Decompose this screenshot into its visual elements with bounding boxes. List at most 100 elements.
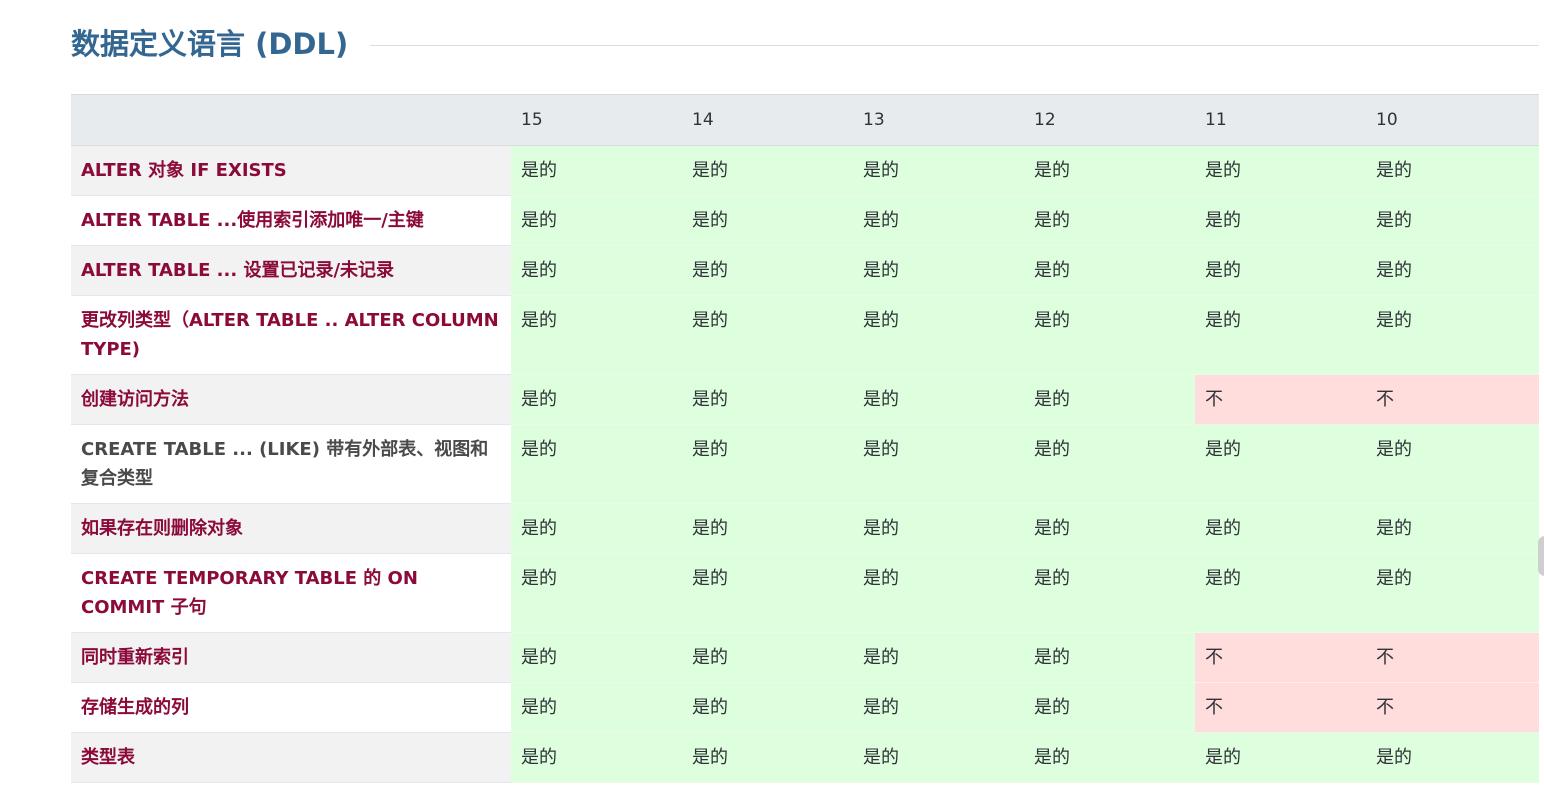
support-cell: 是的 <box>853 374 1024 425</box>
support-cell: 是的 <box>853 195 1024 246</box>
support-cell: 是的 <box>1195 503 1366 554</box>
support-cell: 是的 <box>511 245 682 296</box>
feature-link[interactable]: 同时重新索引 <box>71 632 511 683</box>
unsupported-cell: 不 <box>1366 374 1539 425</box>
support-cell: 是的 <box>682 245 853 296</box>
support-cell: 是的 <box>1024 682 1195 733</box>
support-cell: 是的 <box>853 295 1024 375</box>
support-cell: 是的 <box>853 553 1024 633</box>
support-cell: 是的 <box>682 145 853 196</box>
feature-link[interactable]: ALTER TABLE ...使用索引添加唯一/主键 <box>71 195 511 246</box>
support-cell: 是的 <box>1366 553 1539 633</box>
scrollbar-thumb[interactable] <box>1538 536 1544 576</box>
table-row: 类型表 是的 是的 是的 是的 是的 是的 <box>71 732 1539 783</box>
support-cell: 是的 <box>1366 145 1539 196</box>
unsupported-cell: 不 <box>1195 374 1366 425</box>
table-row: 如果存在则删除对象 是的 是的 是的 是的 是的 是的 <box>71 503 1539 554</box>
version-header-11: 11 <box>1195 94 1366 146</box>
section-title: 数据定义语言 (DDL) <box>71 27 349 61</box>
feature-name: CREATE TABLE ... (LIKE) 带有外部表、视图和复合类型 <box>71 424 511 504</box>
feature-link[interactable]: 如果存在则删除对象 <box>71 503 511 554</box>
support-cell: 是的 <box>1024 503 1195 554</box>
table-row: ALTER 对象 IF EXISTS 是的 是的 是的 是的 是的 是的 <box>71 145 1539 196</box>
version-header-10: 10 <box>1366 94 1539 146</box>
feature-matrix-page: 数据定义语言 (DDL) 15 14 13 12 11 10 ALTER 对象 … <box>0 0 1544 806</box>
support-cell: 是的 <box>1366 732 1539 783</box>
feature-link[interactable]: 创建访问方法 <box>71 374 511 425</box>
support-cell: 是的 <box>511 632 682 683</box>
table-row: ALTER TABLE ... 设置已记录/未记录 是的 是的 是的 是的 是的… <box>71 245 1539 296</box>
support-cell: 是的 <box>1195 145 1366 196</box>
support-cell: 是的 <box>682 553 853 633</box>
version-header-13: 13 <box>853 94 1024 146</box>
feature-link[interactable]: 类型表 <box>71 732 511 783</box>
support-cell: 是的 <box>1024 632 1195 683</box>
support-cell: 是的 <box>682 632 853 683</box>
version-header-15: 15 <box>511 94 682 146</box>
feature-column-header <box>71 94 511 146</box>
section-heading-row: 数据定义语言 (DDL) <box>71 24 1539 64</box>
support-cell: 是的 <box>853 424 1024 504</box>
support-cell: 是的 <box>1024 374 1195 425</box>
table-row: CREATE TEMPORARY TABLE 的 ON COMMIT 子句 是的… <box>71 553 1539 633</box>
support-cell: 是的 <box>853 682 1024 733</box>
support-cell: 是的 <box>682 682 853 733</box>
support-cell: 是的 <box>1195 295 1366 375</box>
support-cell: 是的 <box>511 503 682 554</box>
support-cell: 是的 <box>682 195 853 246</box>
support-cell: 是的 <box>511 732 682 783</box>
heading-divider <box>370 44 1539 46</box>
support-cell: 是的 <box>1195 195 1366 246</box>
table-row: 更改列类型（ALTER TABLE .. ALTER COLUMN TYPE) … <box>71 295 1539 375</box>
support-cell: 是的 <box>1195 732 1366 783</box>
unsupported-cell: 不 <box>1366 632 1539 683</box>
support-cell: 是的 <box>511 553 682 633</box>
support-cell: 是的 <box>1366 503 1539 554</box>
feature-link[interactable]: ALTER 对象 IF EXISTS <box>71 145 511 196</box>
feature-link[interactable]: 存储生成的列 <box>71 682 511 733</box>
support-cell: 是的 <box>682 503 853 554</box>
support-cell: 是的 <box>1195 424 1366 504</box>
support-cell: 是的 <box>1024 245 1195 296</box>
support-cell: 是的 <box>853 245 1024 296</box>
support-cell: 是的 <box>1366 245 1539 296</box>
feature-link[interactable]: ALTER TABLE ... 设置已记录/未记录 <box>71 245 511 296</box>
table-row: ALTER TABLE ...使用索引添加唯一/主键 是的 是的 是的 是的 是… <box>71 195 1539 246</box>
support-cell: 是的 <box>511 145 682 196</box>
support-cell: 是的 <box>1366 295 1539 375</box>
support-cell: 是的 <box>1024 732 1195 783</box>
support-cell: 是的 <box>1024 295 1195 375</box>
unsupported-cell: 不 <box>1195 632 1366 683</box>
table-row: 创建访问方法 是的 是的 是的 是的 不 不 <box>71 374 1539 425</box>
table-row: 存储生成的列 是的 是的 是的 是的 不 不 <box>71 682 1539 733</box>
support-cell: 是的 <box>1366 195 1539 246</box>
support-cell: 是的 <box>511 682 682 733</box>
support-cell: 是的 <box>1195 245 1366 296</box>
support-cell: 是的 <box>682 374 853 425</box>
support-cell: 是的 <box>682 424 853 504</box>
feature-link[interactable]: CREATE TEMPORARY TABLE 的 ON COMMIT 子句 <box>71 553 511 633</box>
table-row: 同时重新索引 是的 是的 是的 是的 不 不 <box>71 632 1539 683</box>
support-cell: 是的 <box>511 424 682 504</box>
version-header-12: 12 <box>1024 94 1195 146</box>
support-cell: 是的 <box>1024 553 1195 633</box>
feature-link[interactable]: 更改列类型（ALTER TABLE .. ALTER COLUMN TYPE) <box>71 295 511 375</box>
unsupported-cell: 不 <box>1195 682 1366 733</box>
support-cell: 是的 <box>853 632 1024 683</box>
feature-matrix-table: 15 14 13 12 11 10 ALTER 对象 IF EXISTS 是的 … <box>71 94 1539 783</box>
support-cell: 是的 <box>1195 553 1366 633</box>
support-cell: 是的 <box>853 145 1024 196</box>
table-row: CREATE TABLE ... (LIKE) 带有外部表、视图和复合类型 是的… <box>71 424 1539 504</box>
support-cell: 是的 <box>1024 195 1195 246</box>
support-cell: 是的 <box>682 732 853 783</box>
support-cell: 是的 <box>1366 424 1539 504</box>
unsupported-cell: 不 <box>1366 682 1539 733</box>
support-cell: 是的 <box>511 195 682 246</box>
version-header-14: 14 <box>682 94 853 146</box>
version-header-row: 15 14 13 12 11 10 <box>71 94 1539 146</box>
support-cell: 是的 <box>1024 145 1195 196</box>
support-cell: 是的 <box>511 295 682 375</box>
support-cell: 是的 <box>682 295 853 375</box>
support-cell: 是的 <box>1024 424 1195 504</box>
support-cell: 是的 <box>853 732 1024 783</box>
